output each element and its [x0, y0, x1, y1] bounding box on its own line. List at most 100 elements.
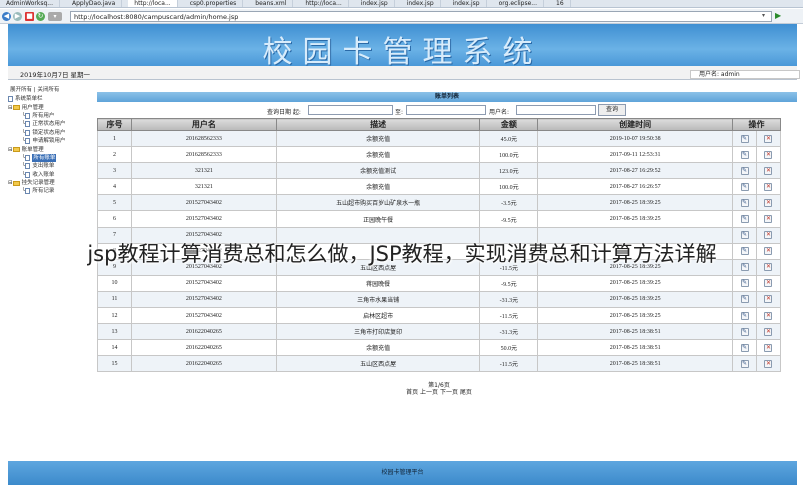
stop-icon[interactable]: ■	[25, 12, 34, 21]
edit-icon[interactable]: ✎	[740, 166, 749, 175]
url-dropdown-icon[interactable]: ▾	[762, 12, 765, 19]
browser-tab[interactable]: 16	[550, 0, 571, 7]
menu-item-label: 申请解锁用户	[32, 138, 66, 145]
menu-icon	[8, 96, 13, 103]
delete-icon[interactable]: ✕	[764, 295, 773, 304]
edit-icon[interactable]: ✎	[740, 343, 749, 352]
menu-item[interactable]: └ 申请解锁用户	[8, 137, 96, 145]
menu-icon[interactable]: ▾	[48, 12, 62, 21]
menu-item[interactable]: └ 所有账单	[8, 153, 96, 162]
table-row: 1 201628562333 余额充值 45.0元 2019-10-07 19:50:3…	[97, 129, 782, 148]
table-header-row: 序号 用户名 描述 金额 创建时间 操作	[97, 118, 781, 131]
menu-item[interactable]: └ 正常状态用户	[8, 120, 96, 128]
cell-amount: -31.3元	[479, 323, 539, 341]
browser-tab[interactable]: index.jsp	[355, 0, 395, 7]
cell-delete: ✕	[755, 178, 782, 196]
delete-icon[interactable]: ✕	[764, 279, 773, 288]
username-input[interactable]	[516, 105, 596, 115]
edit-icon[interactable]: ✎	[740, 311, 749, 320]
edit-icon[interactable]: ✎	[740, 150, 749, 159]
cell-user: 201527043402	[130, 194, 277, 212]
folder-icon	[12, 105, 20, 111]
cell-desc: 启林区超市	[275, 307, 481, 325]
table-row: 4 321321 余额充值 100.0元 2017-08-27 16:26:57 ✎ ✕	[97, 178, 782, 196]
cell-user: 201527043402	[130, 274, 277, 292]
list-title: 账单列表	[97, 92, 797, 102]
delete-icon[interactable]: ✕	[764, 327, 773, 336]
browser-tab[interactable]: ApplyDao.java	[66, 0, 123, 7]
table-row: 10 201527043402 蒋园晚餐 -9.5元 2017-08-25 18:39:…	[97, 274, 782, 292]
current-user: 用户名: admin	[690, 70, 800, 79]
delete-icon[interactable]: ✕	[764, 182, 773, 191]
cell-edit: ✎	[732, 194, 757, 212]
delete-icon[interactable]: ✕	[764, 166, 773, 175]
url-field[interactable]: http://localhost:8080/campuscard/admin/h…	[70, 11, 772, 22]
page-icon	[25, 138, 31, 145]
browser-tab[interactable]: http://loca...	[128, 0, 178, 7]
column-header: 描述	[275, 118, 481, 131]
menu-item[interactable]: └ 收入账单	[8, 171, 96, 179]
delete-icon[interactable]: ✕	[764, 311, 773, 320]
go-icon[interactable]: ▶	[775, 11, 781, 20]
date-from-input[interactable]	[308, 105, 393, 115]
browser-tab[interactable]: http://loca...	[299, 0, 349, 7]
edit-icon[interactable]: ✎	[740, 198, 749, 207]
forward-icon[interactable]: ▶	[13, 12, 22, 21]
edit-icon[interactable]: ✎	[740, 215, 749, 224]
delete-icon[interactable]: ✕	[764, 343, 773, 352]
delete-icon[interactable]: ✕	[764, 134, 773, 143]
cell-time: 2017-08-25 18:38:51	[537, 323, 734, 341]
cell-no: 3	[97, 162, 132, 180]
page-icon	[25, 129, 31, 136]
cell-desc: 余额充值测试	[275, 162, 481, 180]
edit-icon[interactable]: ✎	[740, 359, 749, 368]
cell-no: 14	[97, 339, 132, 357]
browser-tab[interactable]: org.eclipse...	[493, 0, 544, 7]
edit-icon[interactable]: ✎	[740, 327, 749, 336]
menu-item[interactable]: └ 支出账单	[8, 162, 96, 170]
menu-group[interactable]: ⊟ 挂失记录管理	[8, 179, 96, 187]
browser-tab[interactable]: beans.xml	[249, 0, 294, 7]
delete-icon[interactable]: ✕	[764, 150, 773, 159]
page-links[interactable]: 首页 上一页 下一页 尾页	[97, 389, 781, 396]
banner: 校园卡管理系统	[8, 24, 797, 70]
table-row: 14 201622040265 余额充值 50.0元 2017-08-25 18:38:…	[97, 339, 782, 357]
menu-item[interactable]: └ 锁定状态用户	[8, 129, 96, 137]
edit-icon[interactable]: ✎	[740, 295, 749, 304]
delete-icon[interactable]: ✕	[764, 198, 773, 207]
table-row: 11 201527043402 三角市水果当铺 -31.3元 2017-08-25 18…	[97, 290, 782, 309]
cell-time: 2017-08-25 18:38:51	[537, 339, 734, 357]
expand-collapse-links[interactable]: 展开所有 | 关闭所有	[8, 86, 96, 95]
cell-delete: ✕	[755, 339, 782, 357]
cell-amount: -11.5元	[479, 307, 539, 325]
cell-delete: ✕	[755, 194, 782, 212]
browser-tab[interactable]: csp0.properties	[184, 0, 244, 7]
browser-tab[interactable]: index.jsp	[401, 0, 441, 7]
menu-item[interactable]: └ 所有记录	[8, 187, 96, 195]
cell-amount: -31.3元	[479, 290, 539, 309]
edit-icon[interactable]: ✎	[740, 182, 749, 191]
main-panel: 账单列表 查询日期 起: 至: 用户名: 查询 序号 用户名 描述 金额 创建时间 操作 …	[97, 92, 797, 396]
cell-amount: -9.5元	[479, 274, 539, 292]
table-row: 5 201527043402 五山超市购买百岁山矿泉水一瓶 -3.5元 2017-08-…	[97, 194, 782, 212]
date-to-input[interactable]	[406, 105, 486, 115]
cell-edit: ✎	[732, 178, 757, 196]
back-icon[interactable]: ◀	[2, 12, 11, 21]
edit-icon[interactable]: ✎	[740, 279, 749, 288]
cell-amount: 123.0元	[479, 162, 539, 180]
delete-icon[interactable]: ✕	[764, 359, 773, 368]
menu-item[interactable]: └ 所有用户	[8, 112, 96, 120]
edit-icon[interactable]: ✎	[740, 134, 749, 143]
page-icon	[25, 188, 31, 195]
refresh-icon[interactable]: ↻	[36, 12, 45, 21]
browser-tab[interactable]: index.jsp	[447, 0, 487, 7]
delete-icon[interactable]: ✕	[764, 215, 773, 224]
browser-tab[interactable]: AdminWorksq...	[0, 0, 60, 7]
cell-user: 321321	[130, 178, 277, 196]
cell-no: 5	[97, 194, 132, 212]
cell-desc: 蒋园晚餐	[275, 274, 481, 292]
menu-group[interactable]: ⊟ 账单管理	[8, 145, 96, 153]
menu-group[interactable]: ⊟ 用户管理	[8, 103, 96, 111]
search-button[interactable]: 查询	[598, 104, 626, 116]
cell-no: 10	[97, 274, 132, 292]
